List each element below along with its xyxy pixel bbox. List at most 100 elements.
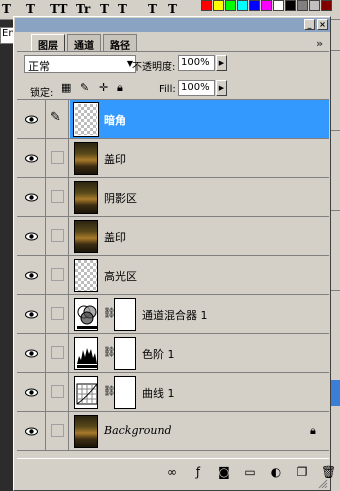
text-style-button[interactable]: T <box>168 2 177 16</box>
layer-style-icon[interactable]: ƒ <box>191 465 205 479</box>
layer-link-toggle[interactable] <box>47 256 69 294</box>
adjustment-layer-icon[interactable]: ◐ <box>269 465 283 479</box>
layer-name: 盖印 <box>104 231 126 244</box>
layer-row[interactable]: ✎ 暗角 <box>17 100 329 139</box>
lock-label: 锁定: <box>30 88 54 99</box>
lock-all-icon[interactable]: 🔒︎ <box>117 81 123 95</box>
opacity-input[interactable]: 100% <box>178 55 215 71</box>
layer-row[interactable]: 盖印 <box>17 139 329 178</box>
layer-mask-thumbnail[interactable] <box>114 298 136 331</box>
color-swatch[interactable] <box>273 0 284 11</box>
layer-thumbnail <box>74 337 98 370</box>
visibility-toggle[interactable] <box>17 334 46 372</box>
link-box <box>51 190 64 203</box>
layer-row[interactable]: ⛓ 曲线 1 <box>17 373 329 412</box>
color-swatch[interactable] <box>249 0 260 11</box>
layer-content[interactable]: ⛓ 曲线 1 <box>70 373 329 411</box>
tab-paths[interactable]: 路径 <box>103 34 137 52</box>
layer-content[interactable]: 盖印 <box>70 139 329 177</box>
blend-mode-select[interactable]: 正常 ▼ <box>24 55 136 73</box>
visibility-toggle[interactable] <box>17 178 46 216</box>
text-style-button[interactable]: T <box>148 2 157 16</box>
text-style-button[interactable]: T <box>26 2 35 16</box>
layers-list: ✎ 暗角 盖印 阴影区 盖印 高光区 ⛓ 通道混合器 1 ⛓ 色阶 1 ⛓ 曲线 1 Backgroun… <box>17 99 329 451</box>
tab-channels[interactable]: 通道 <box>67 34 101 52</box>
layer-link-toggle[interactable] <box>47 139 69 177</box>
layer-content[interactable]: 阴影区 <box>70 178 329 216</box>
text-style-button[interactable]: T <box>118 2 127 16</box>
layer-mask-thumbnail[interactable] <box>114 376 136 409</box>
link-box <box>51 268 64 281</box>
panel-menu-button[interactable]: » <box>316 37 323 50</box>
opacity-slider-button[interactable]: ▶ <box>216 55 227 71</box>
visibility-toggle[interactable] <box>17 139 46 177</box>
visibility-toggle[interactable] <box>17 412 46 450</box>
layer-mask-thumbnail[interactable] <box>114 337 136 370</box>
color-swatch[interactable] <box>213 0 224 11</box>
resize-grip-icon[interactable] <box>318 479 328 489</box>
fill-slider-button[interactable]: ▶ <box>216 80 227 96</box>
layer-link-toggle[interactable] <box>47 295 69 333</box>
lock-transparency-icon[interactable]: ▦ <box>61 81 71 94</box>
text-style-button[interactable]: T <box>2 2 11 16</box>
eye-icon <box>25 348 38 358</box>
lock-position-icon[interactable]: ✛ <box>99 81 108 94</box>
opacity-label: 不透明度: <box>132 62 176 73</box>
layer-content[interactable]: ⛓ 通道混合器 1 <box>70 295 329 333</box>
new-group-icon[interactable]: ▭ <box>243 465 257 479</box>
layer-link-toggle[interactable] <box>47 412 69 450</box>
tab-layers[interactable]: 图层 <box>31 34 65 52</box>
visibility-toggle[interactable] <box>17 295 46 333</box>
layer-name: 阴影区 <box>104 192 137 205</box>
layer-content[interactable]: 盖印 <box>70 217 329 255</box>
color-swatch[interactable] <box>237 0 248 11</box>
fill-input[interactable]: 100% <box>178 80 215 96</box>
layer-row[interactable]: ⛓ 色阶 1 <box>17 334 329 373</box>
panel-titlebar[interactable]: _ × <box>15 18 330 32</box>
layer-content[interactable]: ⛓ 色阶 1 <box>70 334 329 372</box>
layer-content[interactable]: Background 🔒︎ <box>70 412 329 450</box>
new-layer-icon[interactable]: ❐ <box>295 465 309 479</box>
layer-row[interactable]: 高光区 <box>17 256 329 295</box>
layer-link-toggle[interactable]: ✎ <box>47 100 69 138</box>
layer-thumbnail <box>74 376 98 409</box>
color-swatch[interactable] <box>297 0 308 11</box>
visibility-toggle[interactable] <box>17 100 46 138</box>
layer-name: 盖印 <box>104 153 126 166</box>
link-layers-icon[interactable]: ∞ <box>165 465 179 479</box>
layer-link-toggle[interactable] <box>47 178 69 216</box>
layer-content[interactable]: 高光区 <box>70 256 329 294</box>
eye-icon <box>25 114 38 124</box>
minimize-button[interactable]: _ <box>304 19 315 30</box>
color-swatch[interactable] <box>285 0 296 11</box>
layer-thumbnail <box>74 181 98 214</box>
layer-row[interactable]: Background 🔒︎ <box>17 412 329 451</box>
visibility-toggle[interactable] <box>17 373 46 411</box>
layer-row[interactable]: 阴影区 <box>17 178 329 217</box>
eye-icon <box>25 192 38 202</box>
lock-brush-icon[interactable]: ✎ <box>80 81 89 94</box>
trash-icon[interactable]: 🗑︎ <box>321 465 336 479</box>
color-swatch[interactable] <box>321 0 332 11</box>
layer-link-toggle[interactable] <box>47 373 69 411</box>
add-mask-icon[interactable]: ◙ <box>217 465 231 479</box>
layer-thumbnail <box>74 259 98 292</box>
text-style-button[interactable]: T <box>100 2 109 16</box>
layer-row[interactable]: 盖印 <box>17 217 329 256</box>
eye-icon <box>25 270 38 280</box>
color-swatch[interactable] <box>309 0 320 11</box>
layer-link-toggle[interactable] <box>47 217 69 255</box>
visibility-toggle[interactable] <box>17 217 46 255</box>
eye-icon <box>25 231 38 241</box>
layer-content[interactable]: 暗角 <box>70 100 329 138</box>
brush-icon: ✎ <box>50 110 61 125</box>
layer-link-toggle[interactable] <box>47 334 69 372</box>
visibility-toggle[interactable] <box>17 256 46 294</box>
color-swatch[interactable] <box>225 0 236 11</box>
layer-row[interactable]: ⛓ 通道混合器 1 <box>17 295 329 334</box>
text-style-button[interactable]: TT <box>50 2 67 16</box>
text-style-button[interactable]: Tr <box>76 2 90 16</box>
color-swatch[interactable] <box>201 0 212 11</box>
close-button[interactable]: × <box>317 19 328 30</box>
color-swatch[interactable] <box>261 0 272 11</box>
